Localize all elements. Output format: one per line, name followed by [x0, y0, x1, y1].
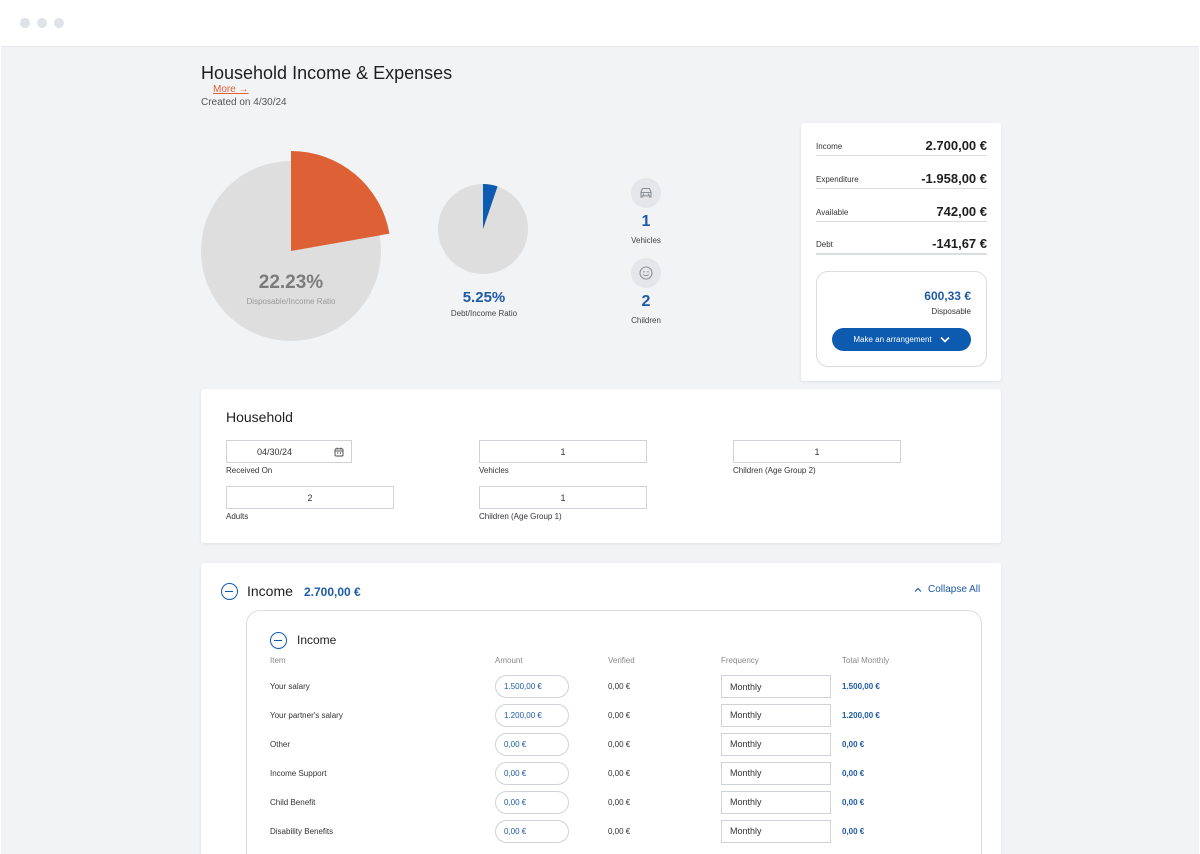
- income-card: Income 2.700,00 € Collapse All Income It…: [201, 563, 1001, 854]
- summary-value: 742,00 €: [936, 204, 987, 219]
- page-canvas: Household Income & Expenses More → Creat…: [1, 46, 1199, 854]
- received-on-input[interactable]: 04/30/24: [226, 440, 352, 463]
- window-dot-2[interactable]: [37, 18, 47, 28]
- summary-label: Debt: [816, 240, 833, 249]
- income-row-frequency-select[interactable]: Monthly: [721, 761, 831, 785]
- children-group1-label: Children (Age Group 1): [479, 512, 562, 521]
- income-row-amount-input[interactable]: 0,00 €: [495, 761, 569, 785]
- income-row-frequency-select[interactable]: Monthly: [721, 703, 831, 727]
- income-row-frequency-select[interactable]: Monthly: [721, 790, 831, 814]
- disposable-label: Disposable: [931, 307, 971, 316]
- page-title: Household Income & Expenses: [201, 63, 453, 83]
- income-row-amount-input[interactable]: 1.500,00 €: [495, 675, 569, 698]
- income-row-verified: 0,00 €: [608, 682, 631, 691]
- income-row-total-monthly: 1.200,00 €: [842, 710, 880, 720]
- summary-value: -141,67 €: [932, 236, 987, 251]
- car-icon: [631, 178, 661, 208]
- income-row-verified: 0,00 €: [608, 710, 631, 720]
- income-row-frequency-select[interactable]: Monthly: [721, 819, 831, 843]
- received-on-value: 04/30/24: [257, 446, 293, 457]
- debt-ratio-label: Debt/Income Ratio: [450, 309, 518, 318]
- children-group1-input[interactable]: 1: [479, 486, 647, 509]
- window-dot-3[interactable]: [54, 18, 64, 28]
- summary-label: Available: [816, 208, 849, 217]
- summary-row-expenditure: Expenditure -1.958,00 €: [816, 167, 987, 189]
- income-row-total-monthly: 0,00 €: [842, 768, 865, 778]
- make-arrangement-button[interactable]: Make an arrangement: [832, 328, 971, 351]
- income-row-item: Child Benefit: [270, 797, 316, 807]
- disposable-ratio-label: Disposable/Income Ratio: [246, 297, 336, 306]
- collapse-subsection-icon[interactable]: [270, 632, 287, 649]
- column-header-total-monthly: Total Monthly: [842, 656, 890, 665]
- income-row-verified: 0,00 €: [608, 797, 631, 807]
- summary-row-income: Income 2.700,00 €: [816, 134, 987, 156]
- column-header-verified: Verified: [608, 656, 635, 665]
- summary-value: 2.700,00 €: [925, 138, 987, 153]
- children-count: 2: [641, 293, 651, 310]
- income-row-amount-input[interactable]: 0,00 €: [495, 790, 569, 814]
- household-card: Household 04/30/24 Received On 1 Vehicle…: [201, 389, 1001, 543]
- household-title: Household: [226, 409, 293, 425]
- income-row-verified: 0,00 €: [608, 826, 631, 836]
- more-link[interactable]: More →: [213, 84, 249, 95]
- chevron-down-icon: [940, 336, 950, 343]
- window-titlebar: [0, 0, 1200, 46]
- chevron-up-icon: [914, 587, 922, 592]
- income-row-amount-input[interactable]: 0,00 €: [495, 732, 569, 756]
- income-row-verified: 0,00 €: [608, 768, 631, 778]
- adults-input[interactable]: 2: [226, 486, 394, 509]
- income-row-frequency-select[interactable]: Monthly: [721, 675, 831, 698]
- disposable-box: 600,33 € Disposable Make an arrangement: [816, 271, 987, 367]
- summary-row-debt: Debt -141,67 €: [816, 233, 987, 255]
- created-date: Created on 4/30/24: [201, 97, 287, 108]
- income-row-frequency-select[interactable]: Monthly: [721, 732, 831, 756]
- income-row-amount-input[interactable]: 1.200,00 €: [495, 703, 569, 727]
- vehicles-input[interactable]: 1: [479, 440, 647, 463]
- smiley-icon: [631, 258, 661, 288]
- collapse-income-icon[interactable]: [221, 583, 238, 600]
- income-row-item: Your salary: [270, 682, 310, 691]
- make-arrangement-label: Make an arrangement: [853, 335, 932, 344]
- income-row-total-monthly: 0,00 €: [842, 739, 865, 749]
- disposable-pie-slice: [291, 151, 390, 251]
- calendar-icon[interactable]: [334, 447, 344, 457]
- income-row-item: Other: [270, 739, 291, 749]
- debt-ratio-value: 5.25%: [462, 289, 506, 306]
- adults-label: Adults: [226, 512, 249, 521]
- summary-label: Expenditure: [816, 175, 859, 184]
- income-row-total-monthly: 0,00 €: [842, 826, 865, 836]
- vehicles-count: 1: [641, 213, 651, 230]
- income-subsection-title: Income: [297, 633, 337, 647]
- disposable-ratio-value: 22.23%: [258, 272, 324, 293]
- column-header-amount: Amount: [495, 656, 523, 665]
- children-group2-input[interactable]: 1: [733, 440, 901, 463]
- income-row-total-monthly: 1.500,00 €: [842, 682, 880, 691]
- income-row-item: Disability Benefits: [270, 826, 334, 836]
- income-row-item: Income Support: [270, 768, 327, 778]
- summary-row-available: Available 742,00 €: [816, 200, 987, 222]
- vehicles-label: Vehicles: [631, 236, 661, 245]
- received-on-label: Received On: [226, 466, 273, 475]
- income-row-verified: 0,00 €: [608, 739, 631, 749]
- children-label: Children: [631, 316, 661, 325]
- summary-label: Income: [816, 142, 843, 151]
- window-dot-1[interactable]: [20, 18, 30, 28]
- disposable-ratio-pie: [201, 151, 390, 341]
- disposable-value: 600,33 €: [924, 289, 971, 303]
- summary-value: -1.958,00 €: [921, 171, 987, 186]
- income-subsection: Income Item Amount Verified Frequency To…: [246, 610, 982, 854]
- collapse-all-label: Collapse All: [928, 584, 981, 595]
- income-title: Income: [247, 583, 293, 599]
- income-row-total-monthly: 0,00 €: [842, 797, 865, 807]
- summary-card: Income 2.700,00 € Expenditure -1.958,00 …: [801, 123, 1001, 381]
- income-row-item: Your partner's salary: [270, 710, 343, 720]
- column-header-frequency: Frequency: [721, 656, 759, 665]
- column-header-item: Item: [270, 656, 286, 665]
- debt-ratio-pie: [438, 184, 528, 274]
- income-row-amount-input[interactable]: 0,00 €: [495, 819, 569, 843]
- collapse-all-button[interactable]: Collapse All: [914, 584, 980, 595]
- vehicles-field-label: Vehicles: [479, 466, 509, 475]
- income-total: 2.700,00 €: [304, 585, 361, 599]
- children-group2-label: Children (Age Group 2): [733, 466, 816, 475]
